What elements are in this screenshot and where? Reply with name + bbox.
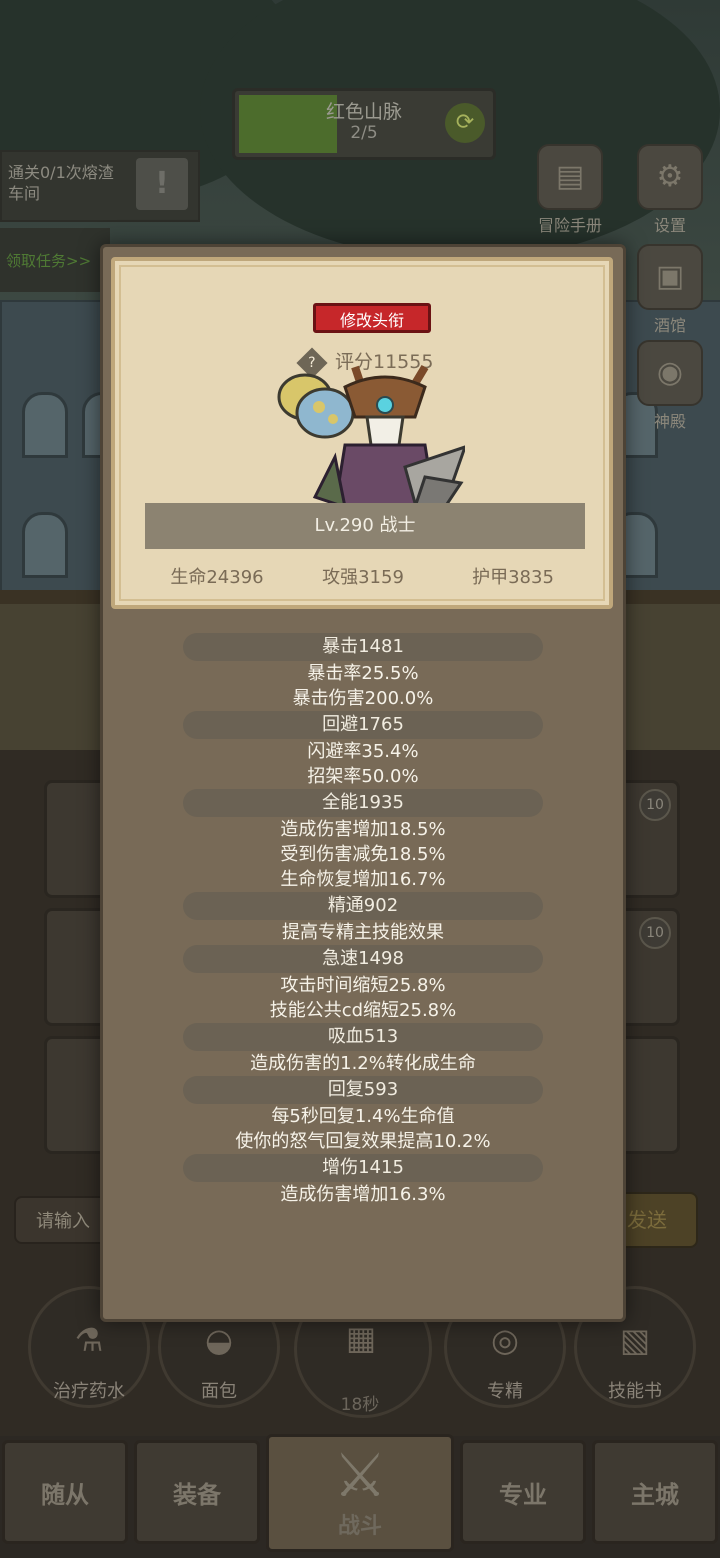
stat-line: 提高专精主技能效果 [282, 922, 444, 943]
tab-equipment[interactable]: 装备 [134, 1440, 260, 1544]
settings-button[interactable]: ⚙ 设置 [630, 144, 710, 236]
character-card: 修改头衔 ? 评分11555 Lv.290 战士 生命24396 攻强3159 护… [111, 257, 613, 609]
stat-header: 全能1935 [183, 789, 543, 817]
gear-icon: ⚙ [637, 144, 703, 210]
skill-book-icon: ▧ [619, 1321, 651, 1359]
stat-line: 招架率50.0% [307, 766, 419, 787]
stat-line: 闪避率35.4% [307, 741, 419, 762]
stat-line: 每5秒回复1.4%生命值 [271, 1106, 455, 1127]
potion-icon: ⚗ [74, 1321, 104, 1359]
change-title-button[interactable]: 修改头衔 [313, 303, 431, 333]
stat-line: 技能公共cd缩短25.8% [269, 1000, 457, 1021]
quest-tracker[interactable]: 通关0/1次熔渣车间 ! [0, 150, 200, 222]
stat-header: 回避1765 [183, 711, 543, 739]
chest-timer: 18秒 [340, 1395, 380, 1415]
book-icon: ▤ [537, 144, 603, 210]
stat-group-crit: 暴击1481 暴击率25.5% 暴击伤害200.0% [103, 633, 623, 711]
stage-indicator[interactable]: 红色山脉 2/5 ⟳ [232, 88, 496, 160]
stat-group-avoidance: 回避1765 闪避率35.4% 招架率50.0% [103, 711, 623, 789]
stat-line: 暴击率25.5% [307, 663, 419, 684]
stat-header: 回复593 [183, 1076, 543, 1104]
level-class-bar: Lv.290 战士 [145, 503, 585, 549]
bread-icon: ◒ [205, 1321, 233, 1359]
quest-text: 通关0/1次熔渣车间 [8, 163, 114, 203]
stat-line: 造成伤害增加18.5% [280, 819, 446, 840]
stat-header: 吸血513 [183, 1023, 543, 1051]
stat-header: 精通902 [183, 892, 543, 920]
stat-group-versatility: 全能1935 造成伤害增加18.5% 受到伤害减免18.5% 生命恢复增加16.… [103, 789, 623, 892]
tab-followers[interactable]: 随从 [2, 1440, 128, 1544]
stat-group-damage-increase: 增伤1415 造成伤害增加16.3% [103, 1154, 623, 1207]
stat-line: 暴击伤害200.0% [292, 688, 434, 709]
alert-icon[interactable]: ! [136, 158, 188, 210]
stat-line: 造成伤害增加16.3% [280, 1184, 446, 1205]
skill-level-badge: 10 [639, 917, 671, 949]
stat-line: 造成伤害的1.2%转化成生命 [250, 1053, 476, 1074]
tab-battle-label: 战斗 [337, 1514, 382, 1539]
stat-line: 受到伤害减免18.5% [280, 844, 446, 865]
helmet-icon: ◉ [637, 340, 703, 406]
character-stats-popup: 修改头衔 ? 评分11555 Lv.290 战士 生命24396 攻强3159 护… [100, 244, 626, 1322]
stat-group-regen: 回复593 每5秒回复1.4%生命值 使你的怒气回复效果提高10.2% [103, 1076, 623, 1154]
stat-header: 增伤1415 [183, 1154, 543, 1182]
hp-stat: 生命24396 [170, 567, 264, 588]
adventure-guide-button[interactable]: ▤ 冒险手册 [530, 144, 610, 236]
stat-group-mastery: 精通902 提高专精主技能效果 [103, 892, 623, 945]
skill-level-badge: 10 [639, 789, 671, 821]
tab-main-city[interactable]: 主城 [592, 1440, 718, 1544]
core-stats: 生命24396 攻强3159 护甲3835 [115, 563, 609, 593]
stat-group-haste: 急速1498 攻击时间缩短25.8% 技能公共cd缩短25.8% [103, 945, 623, 1023]
attack-stat: 攻强3159 [322, 567, 404, 588]
temple-button[interactable]: ◉ 神殿 [630, 340, 710, 432]
stat-header: 暴击1481 [183, 633, 543, 661]
claim-task-link[interactable]: 领取任务>> [0, 228, 110, 292]
stats-list: 暴击1481 暴击率25.5% 暴击伤害200.0% 回避1765 闪避率35.… [103, 633, 623, 1207]
stat-group-lifesteal: 吸血513 造成伤害的1.2%转化成生命 [103, 1023, 623, 1076]
stat-line: 生命恢复增加16.7% [280, 869, 446, 890]
armor-stat: 护甲3835 [472, 567, 554, 588]
switch-stage-icon[interactable]: ⟳ [445, 103, 485, 143]
stat-line: 攻击时间缩短25.8% [280, 975, 446, 996]
stat-line: 使你的怒气回复效果提高10.2% [235, 1131, 491, 1152]
stat-header: 急速1498 [183, 945, 543, 973]
tab-profession[interactable]: 专业 [460, 1440, 586, 1544]
specialization-icon: ◎ [491, 1321, 519, 1359]
crossed-swords-icon: ⚔ [333, 1441, 387, 1511]
hero-avatar [277, 364, 465, 509]
tavern-icon: ▣ [637, 244, 703, 310]
tavern-button[interactable]: ▣ 酒馆 [630, 244, 710, 336]
